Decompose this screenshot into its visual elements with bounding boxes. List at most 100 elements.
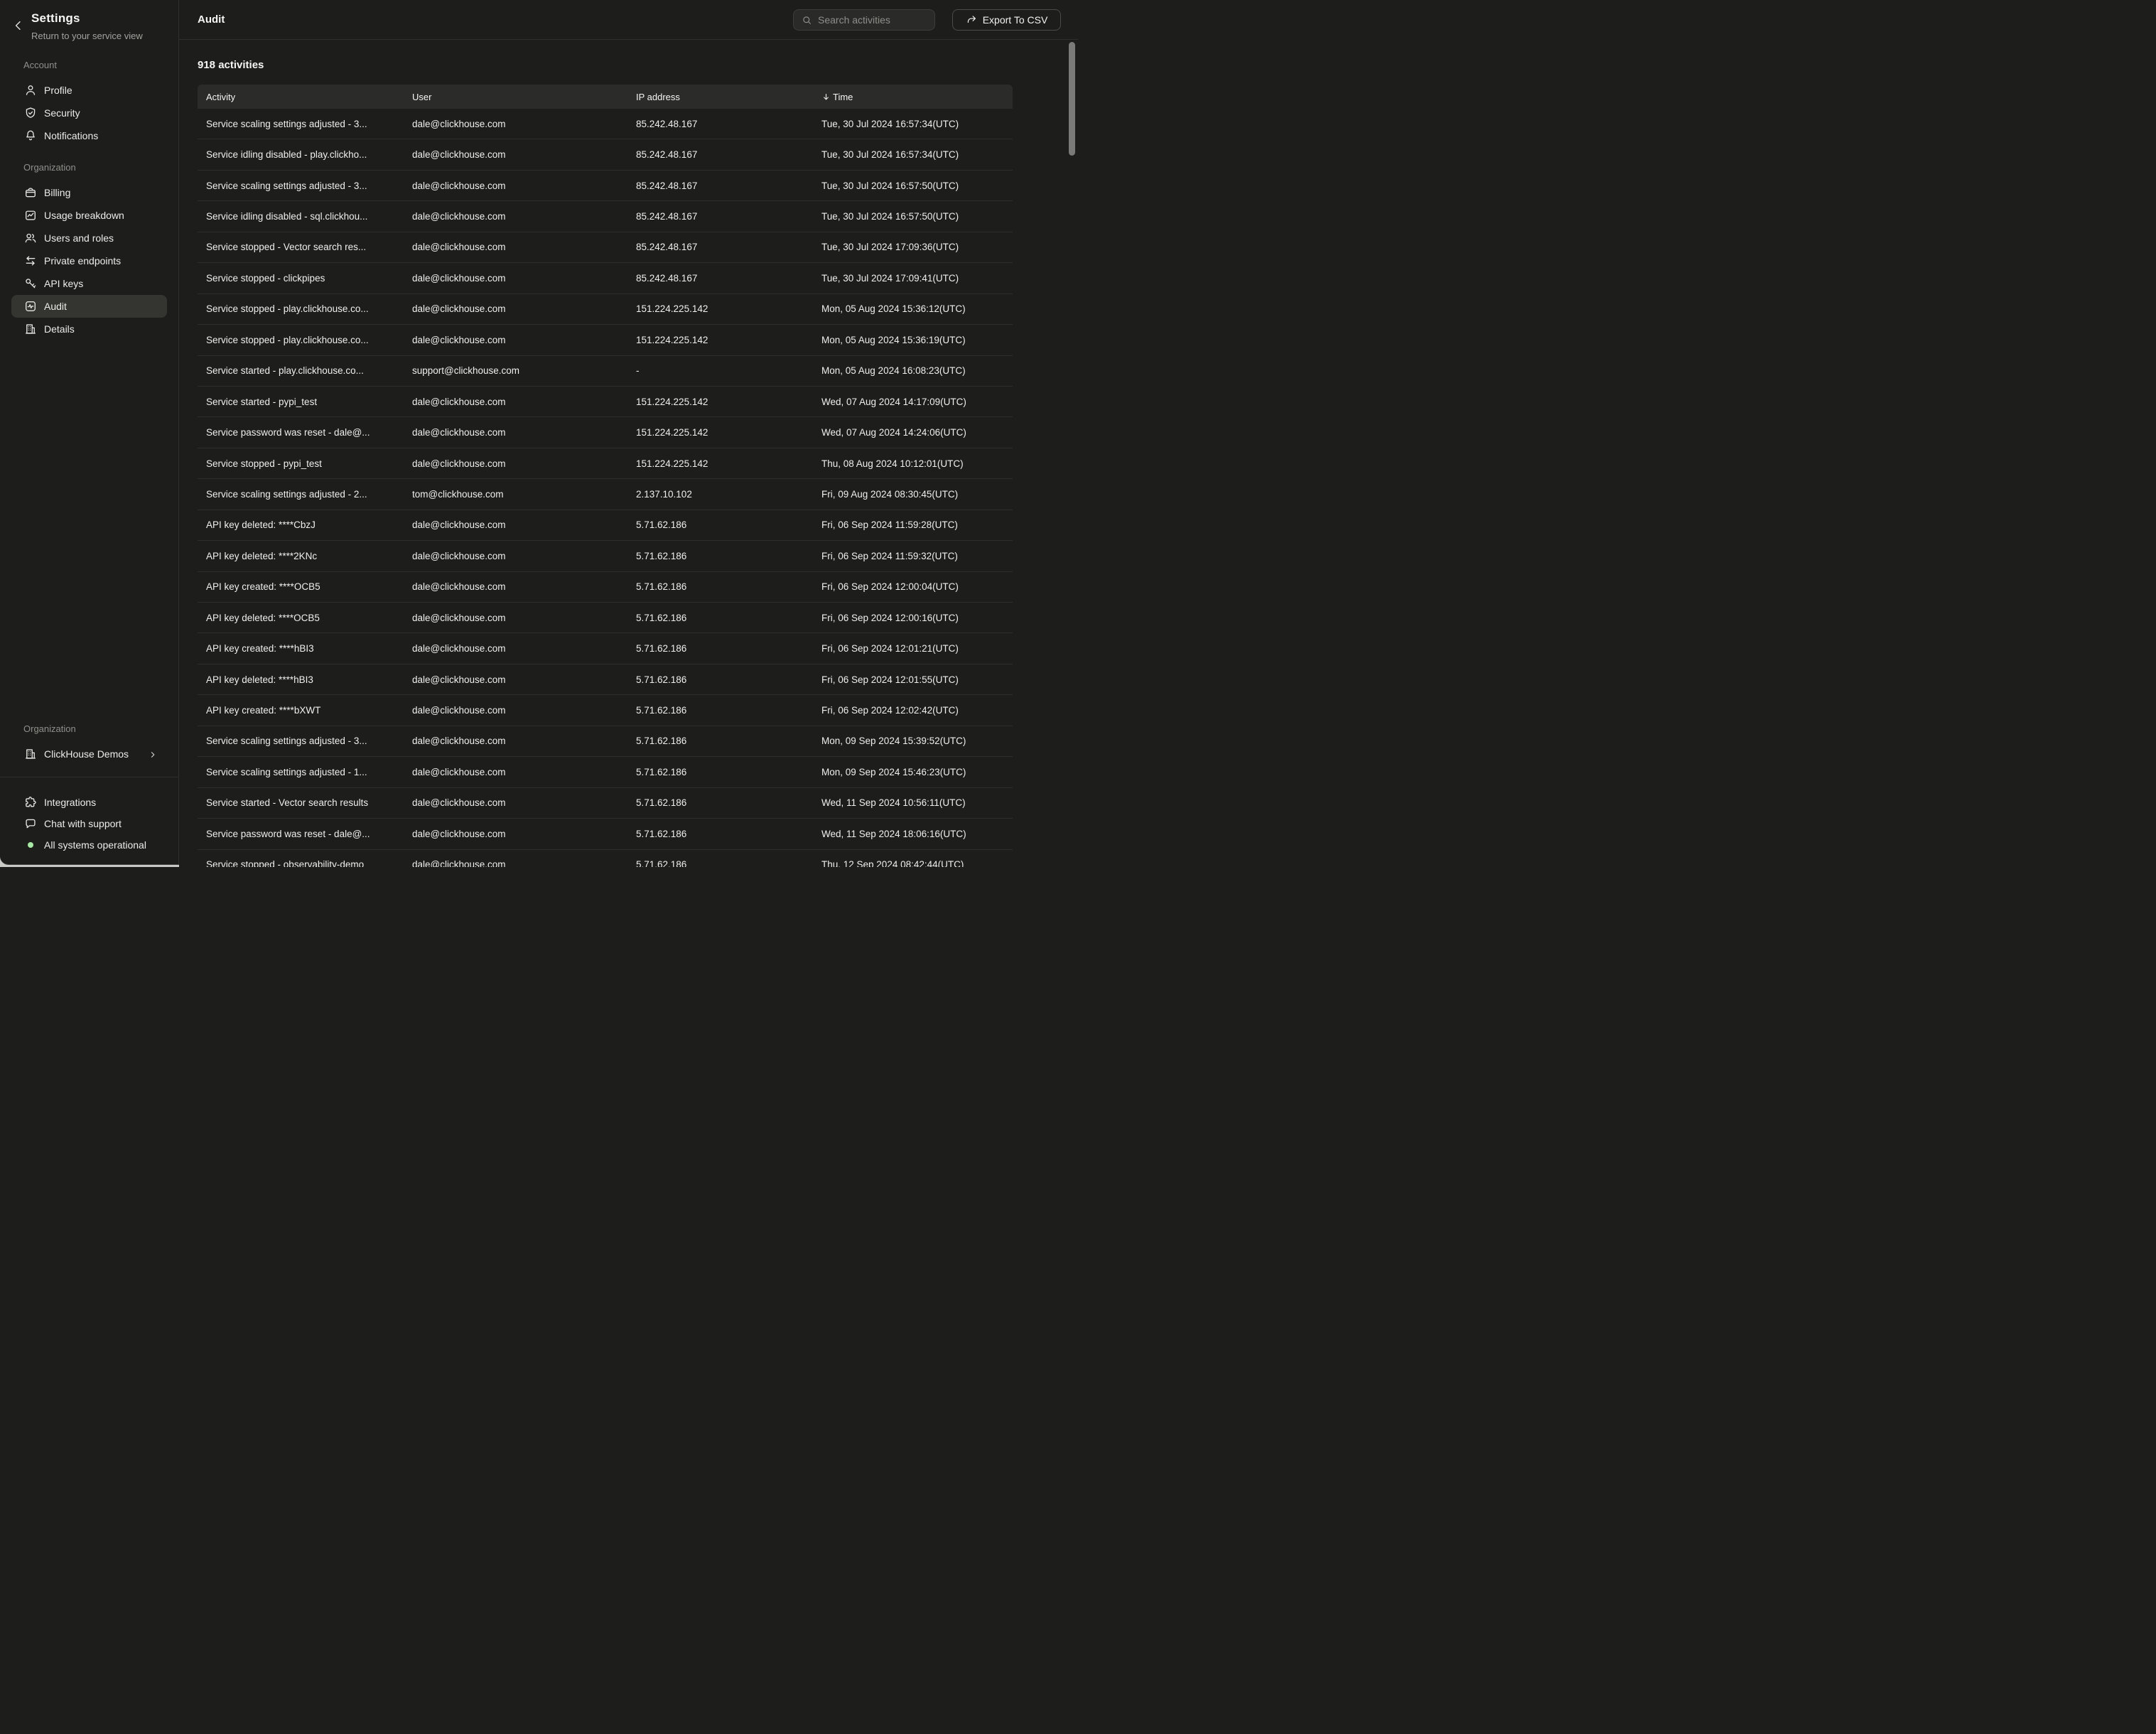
ip-cell: 85.242.48.167: [636, 273, 821, 284]
sidebar-item-notifications[interactable]: Notifications: [11, 124, 167, 147]
table-row[interactable]: Service stopped - clickpipesdale@clickho…: [198, 263, 1013, 294]
time-cell: Fri, 06 Sep 2024 12:00:16(UTC): [821, 613, 1013, 623]
user-cell: dale@clickhouse.com: [412, 581, 636, 592]
table-row[interactable]: Service scaling settings adjusted - 1...…: [198, 757, 1013, 787]
sidebar-title: Settings: [31, 11, 143, 26]
user-cell: dale@clickhouse.com: [412, 335, 636, 345]
ip-cell: 85.242.48.167: [636, 211, 821, 222]
table-header-row: Activity User IP address Time: [198, 85, 1013, 109]
column-header-activity[interactable]: Activity: [206, 92, 412, 102]
table-row[interactable]: Service stopped - play.clickhouse.co...d…: [198, 325, 1013, 355]
table-row[interactable]: Service scaling settings adjusted - 3...…: [198, 171, 1013, 201]
sidebar-item-users-and-roles[interactable]: Users and roles: [11, 227, 167, 249]
user-cell: dale@clickhouse.com: [412, 767, 636, 777]
app-window: Settings Return to your service view Acc…: [0, 0, 1078, 867]
sidebar-item-audit[interactable]: Audit: [11, 295, 167, 318]
sidebar-item-all-systems-operational[interactable]: All systems operational: [11, 834, 167, 856]
export-csv-button[interactable]: Export To CSV: [952, 9, 1061, 31]
table-row[interactable]: Service stopped - Vector search res...da…: [198, 232, 1013, 263]
building-icon: [24, 748, 37, 760]
footer-item-label: Integrations: [44, 797, 96, 808]
table-row[interactable]: Service stopped - play.clickhouse.co...d…: [198, 294, 1013, 325]
ip-cell: 5.71.62.186: [636, 797, 821, 808]
table-row[interactable]: API key deleted: ****OCB5dale@clickhouse…: [198, 603, 1013, 633]
table-row[interactable]: Service idling disabled - sql.clickhou..…: [198, 201, 1013, 232]
sidebar-item-integrations[interactable]: Integrations: [11, 792, 167, 813]
time-cell: Wed, 07 Aug 2024 14:17:09(UTC): [821, 397, 1013, 407]
time-cell: Fri, 06 Sep 2024 12:00:04(UTC): [821, 581, 1013, 592]
table-row[interactable]: API key deleted: ****CbzJdale@clickhouse…: [198, 510, 1013, 541]
search-input[interactable]: [818, 14, 934, 26]
table-row[interactable]: Service stopped - pypi_testdale@clickhou…: [198, 448, 1013, 479]
user-cell: dale@clickhouse.com: [412, 551, 636, 561]
table-row[interactable]: API key deleted: ****hBI3dale@clickhouse…: [198, 664, 1013, 695]
column-header-time[interactable]: Time: [821, 92, 1013, 102]
activity-cell: Service idling disabled - sql.clickhou..…: [206, 211, 412, 222]
back-button[interactable]: [11, 18, 26, 33]
activities-count: 918 activities: [198, 59, 264, 71]
table-row[interactable]: Service started - play.clickhouse.co...s…: [198, 356, 1013, 387]
sidebar-item-label: Notifications: [44, 130, 98, 141]
sidebar-item-label: Users and roles: [44, 232, 114, 244]
status-dot-icon: [28, 842, 33, 848]
user-cell: dale@clickhouse.com: [412, 458, 636, 469]
chevron-right-icon: [149, 750, 157, 758]
time-cell: Tue, 30 Jul 2024 16:57:50(UTC): [821, 181, 1013, 191]
sidebar-item-profile[interactable]: Profile: [11, 79, 167, 102]
column-header-ip[interactable]: IP address: [636, 92, 821, 102]
table-row[interactable]: API key created: ****hBI3dale@clickhouse…: [198, 633, 1013, 664]
table-row[interactable]: Service started - pypi_testdale@clickhou…: [198, 387, 1013, 417]
activity-cell: Service password was reset - dale@...: [206, 427, 412, 438]
table-row[interactable]: API key created: ****bXWTdale@clickhouse…: [198, 695, 1013, 726]
time-cell: Tue, 30 Jul 2024 17:09:36(UTC): [821, 242, 1013, 252]
table-row[interactable]: Service stopped - observability-demodale…: [198, 850, 1013, 868]
sidebar-item-usage-breakdown[interactable]: Usage breakdown: [11, 204, 167, 227]
org-switcher-name: ClickHouse Demos: [44, 748, 129, 760]
time-cell: Fri, 06 Sep 2024 12:01:21(UTC): [821, 643, 1013, 654]
sidebar-item-api-keys[interactable]: API keys: [11, 272, 167, 295]
sidebar-item-details[interactable]: Details: [11, 318, 167, 340]
activity-cell: Service stopped - Vector search res...: [206, 242, 412, 252]
table-row[interactable]: Service scaling settings adjusted - 2...…: [198, 479, 1013, 510]
scrollbar-track[interactable]: [1067, 41, 1077, 867]
org-switcher-clickhouse-demos[interactable]: ClickHouse Demos: [11, 743, 167, 765]
user-cell: dale@clickhouse.com: [412, 119, 636, 129]
table-row[interactable]: API key deleted: ****2KNcdale@clickhouse…: [198, 541, 1013, 571]
ip-cell: 151.224.225.142: [636, 458, 821, 469]
user-cell: dale@clickhouse.com: [412, 242, 636, 252]
table-row[interactable]: Service password was reset - dale@...dal…: [198, 417, 1013, 448]
sidebar-item-security[interactable]: Security: [11, 102, 167, 124]
sidebar-item-label: API keys: [44, 278, 83, 289]
column-header-user[interactable]: User: [412, 92, 636, 102]
sidebar-item-label: Profile: [44, 85, 72, 96]
activity-cell: Service stopped - clickpipes: [206, 273, 412, 284]
ip-cell: 5.71.62.186: [636, 551, 821, 561]
user-cell: tom@clickhouse.com: [412, 489, 636, 500]
table-row[interactable]: Service scaling settings adjusted - 3...…: [198, 109, 1013, 139]
time-cell: Mon, 05 Aug 2024 16:08:23(UTC): [821, 365, 1013, 376]
table-row[interactable]: Service started - Vector search resultsd…: [198, 788, 1013, 819]
sidebar-item-chat-with-support[interactable]: Chat with support: [11, 813, 167, 834]
scrollbar-thumb[interactable]: [1069, 42, 1075, 156]
ip-cell: 151.224.225.142: [636, 427, 821, 438]
bell-icon: [24, 129, 37, 142]
org-switcher-label: Organization: [0, 723, 178, 735]
table-row[interactable]: Service idling disabled - play.clickho..…: [198, 139, 1013, 170]
user-cell: dale@clickhouse.com: [412, 397, 636, 407]
activity-cell: Service scaling settings adjusted - 3...: [206, 181, 412, 191]
table-row[interactable]: Service scaling settings adjusted - 3...…: [198, 726, 1013, 757]
export-csv-label: Export To CSV: [983, 14, 1048, 26]
sidebar-item-private-endpoints[interactable]: Private endpoints: [11, 249, 167, 272]
sidebar-item-billing[interactable]: Billing: [11, 181, 167, 204]
ip-cell: 5.71.62.186: [636, 643, 821, 654]
chevron-left-icon: [12, 19, 25, 32]
activity-cell: Service stopped - play.clickhouse.co...: [206, 303, 412, 314]
ip-cell: 5.71.62.186: [636, 767, 821, 777]
table-row[interactable]: Service password was reset - dale@...dal…: [198, 819, 1013, 849]
sidebar-item-label: Private endpoints: [44, 255, 121, 266]
time-cell: Tue, 30 Jul 2024 16:57:34(UTC): [821, 119, 1013, 129]
table-row[interactable]: API key created: ****OCB5dale@clickhouse…: [198, 572, 1013, 603]
time-cell: Mon, 05 Aug 2024 15:36:12(UTC): [821, 303, 1013, 314]
sidebar-item-label: Details: [44, 323, 75, 335]
time-cell: Thu, 08 Aug 2024 10:12:01(UTC): [821, 458, 1013, 469]
